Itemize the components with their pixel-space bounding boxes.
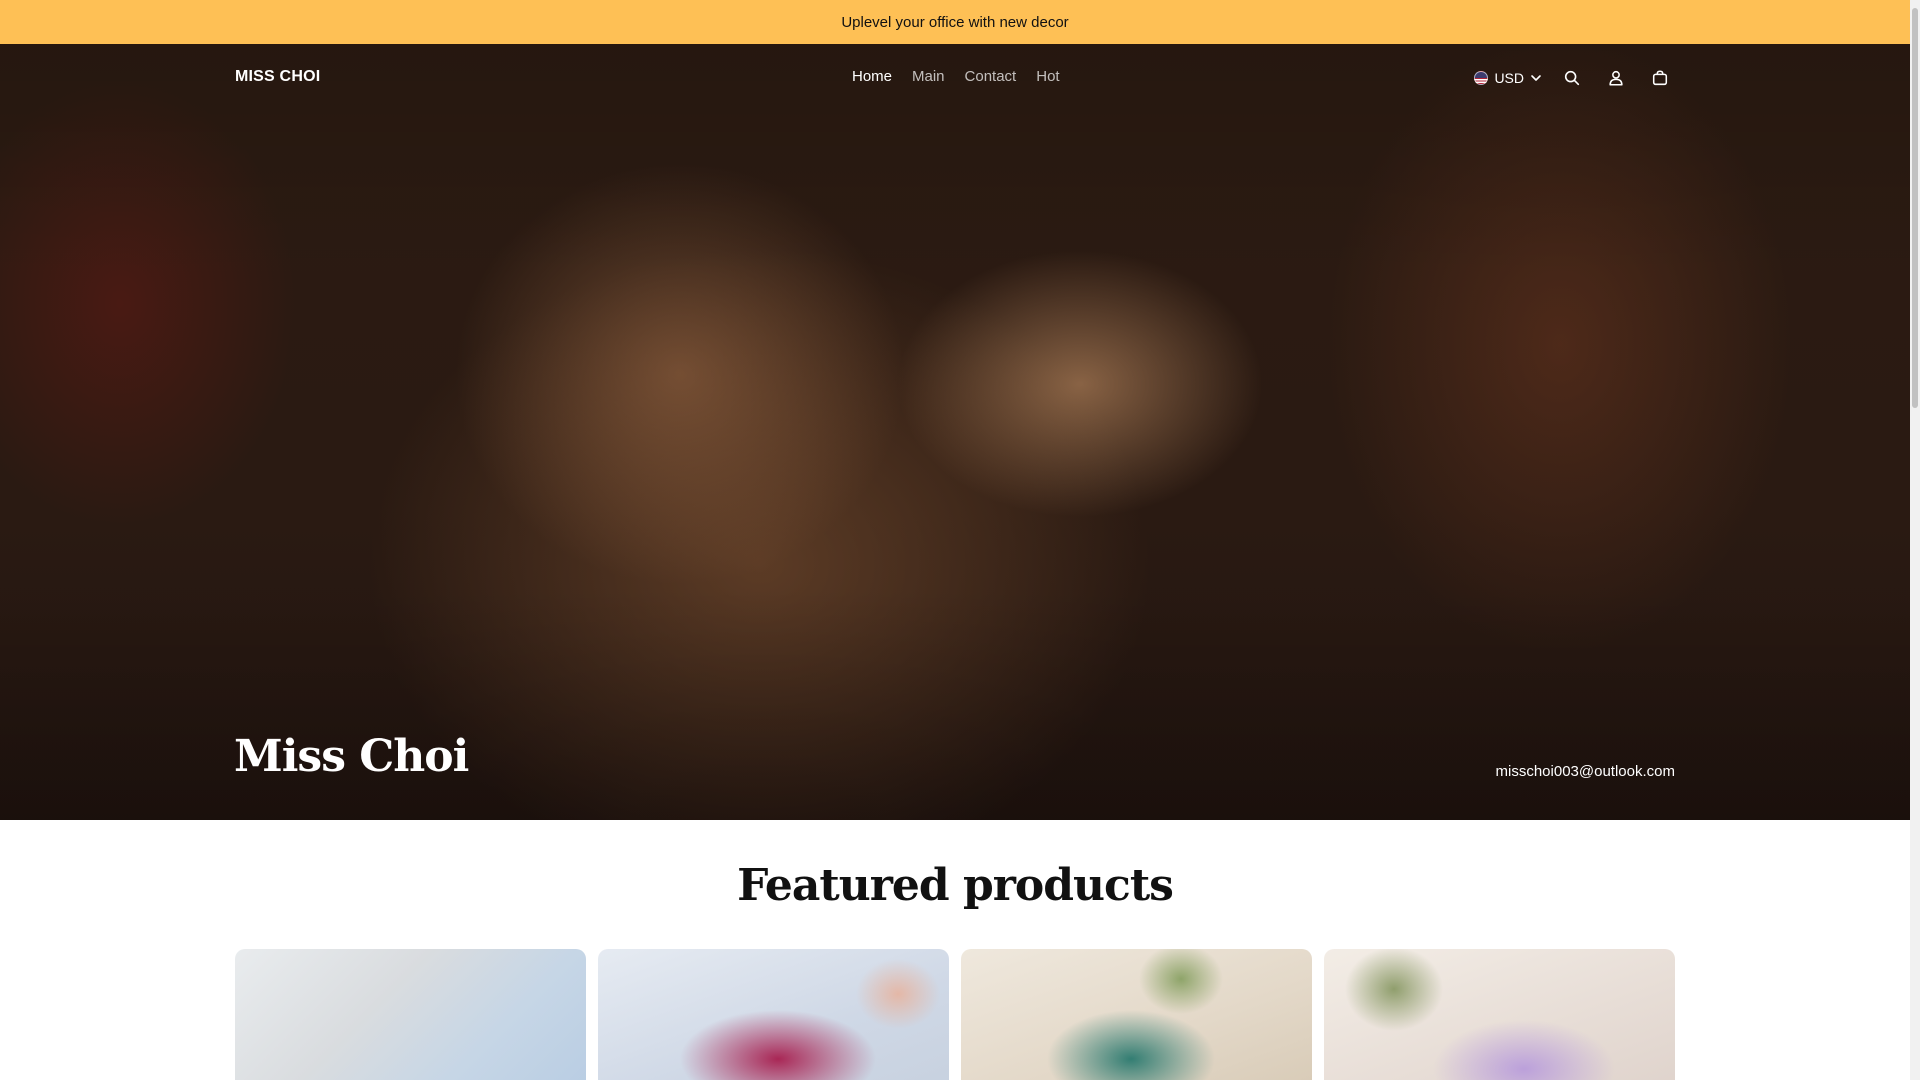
nav-item-hot[interactable]: Hot — [1036, 68, 1059, 85]
us-flag-icon — [1474, 71, 1489, 85]
product-card[interactable] — [961, 949, 1312, 1080]
hero-email-link[interactable]: misschoi003@outlook.com — [1496, 763, 1675, 780]
product-card[interactable] — [1324, 949, 1675, 1080]
site-logo[interactable]: MISS CHOI — [235, 68, 320, 86]
search-button[interactable] — [1558, 64, 1586, 92]
product-image — [235, 949, 586, 1080]
announcement-text: Uplevel your office with new decor — [841, 13, 1069, 31]
featured-products-heading: Featured products — [737, 860, 1174, 911]
scrollbar-thumb[interactable] — [1912, 8, 1918, 408]
chevron-down-icon — [1531, 75, 1541, 81]
nav-item-home[interactable]: Home — [852, 68, 892, 85]
hero-title: Miss Choi — [234, 731, 469, 782]
main-nav: Home Main Contact Hot — [852, 68, 1060, 85]
currency-selector[interactable]: USD — [1474, 70, 1542, 86]
product-image — [961, 949, 1312, 1080]
announcement-bar: Uplevel your office with new decor — [0, 0, 1910, 44]
product-image — [598, 949, 949, 1080]
search-icon — [1564, 70, 1580, 86]
nav-item-contact[interactable]: Contact — [965, 68, 1017, 85]
product-image — [1324, 949, 1675, 1080]
product-card[interactable] — [598, 949, 949, 1080]
account-button[interactable] — [1602, 64, 1630, 92]
account-icon — [1609, 70, 1623, 86]
hero-overlay — [0, 44, 1910, 820]
cart-button[interactable] — [1646, 64, 1674, 92]
hero-banner — [0, 44, 1910, 820]
site-header: MISS CHOI Home Main Contact Hot USD — [0, 44, 1910, 112]
page-scrollbar[interactable] — [1910, 0, 1920, 1080]
header-actions: USD — [1474, 60, 1674, 96]
cart-icon — [1652, 70, 1668, 86]
currency-code: USD — [1494, 70, 1524, 86]
product-grid — [235, 949, 1675, 1080]
product-card[interactable] — [235, 949, 586, 1080]
nav-item-main[interactable]: Main — [912, 68, 945, 85]
